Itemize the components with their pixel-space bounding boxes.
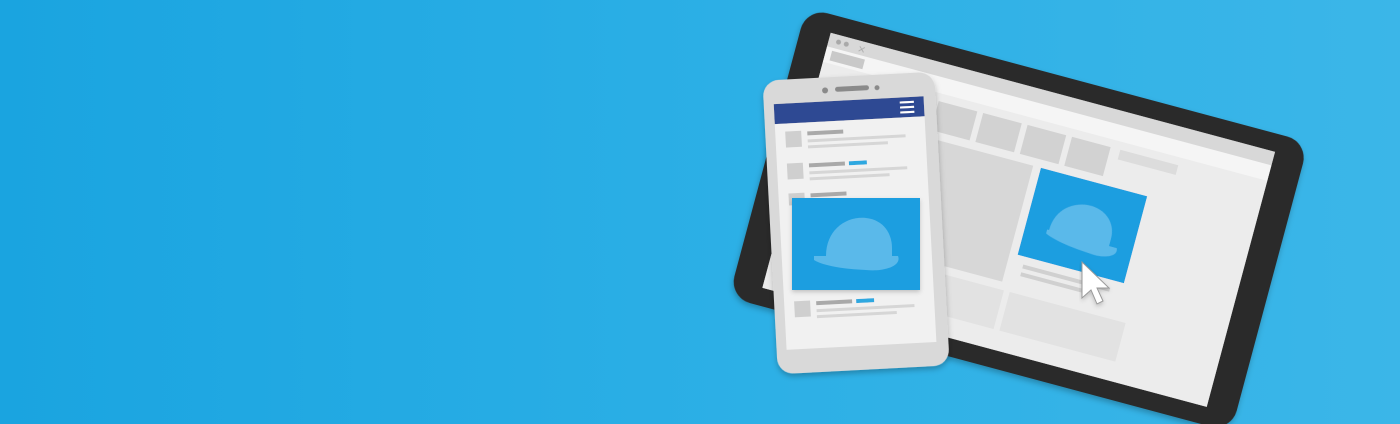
hamburger-menu-icon xyxy=(899,100,915,114)
feed-avatar xyxy=(794,300,811,318)
phone-ad-image xyxy=(792,198,920,290)
feed-avatar xyxy=(785,130,802,148)
devices-illustration: × xyxy=(733,12,1304,424)
feed-avatar xyxy=(786,162,804,180)
banner-stage: × xyxy=(0,0,1400,424)
